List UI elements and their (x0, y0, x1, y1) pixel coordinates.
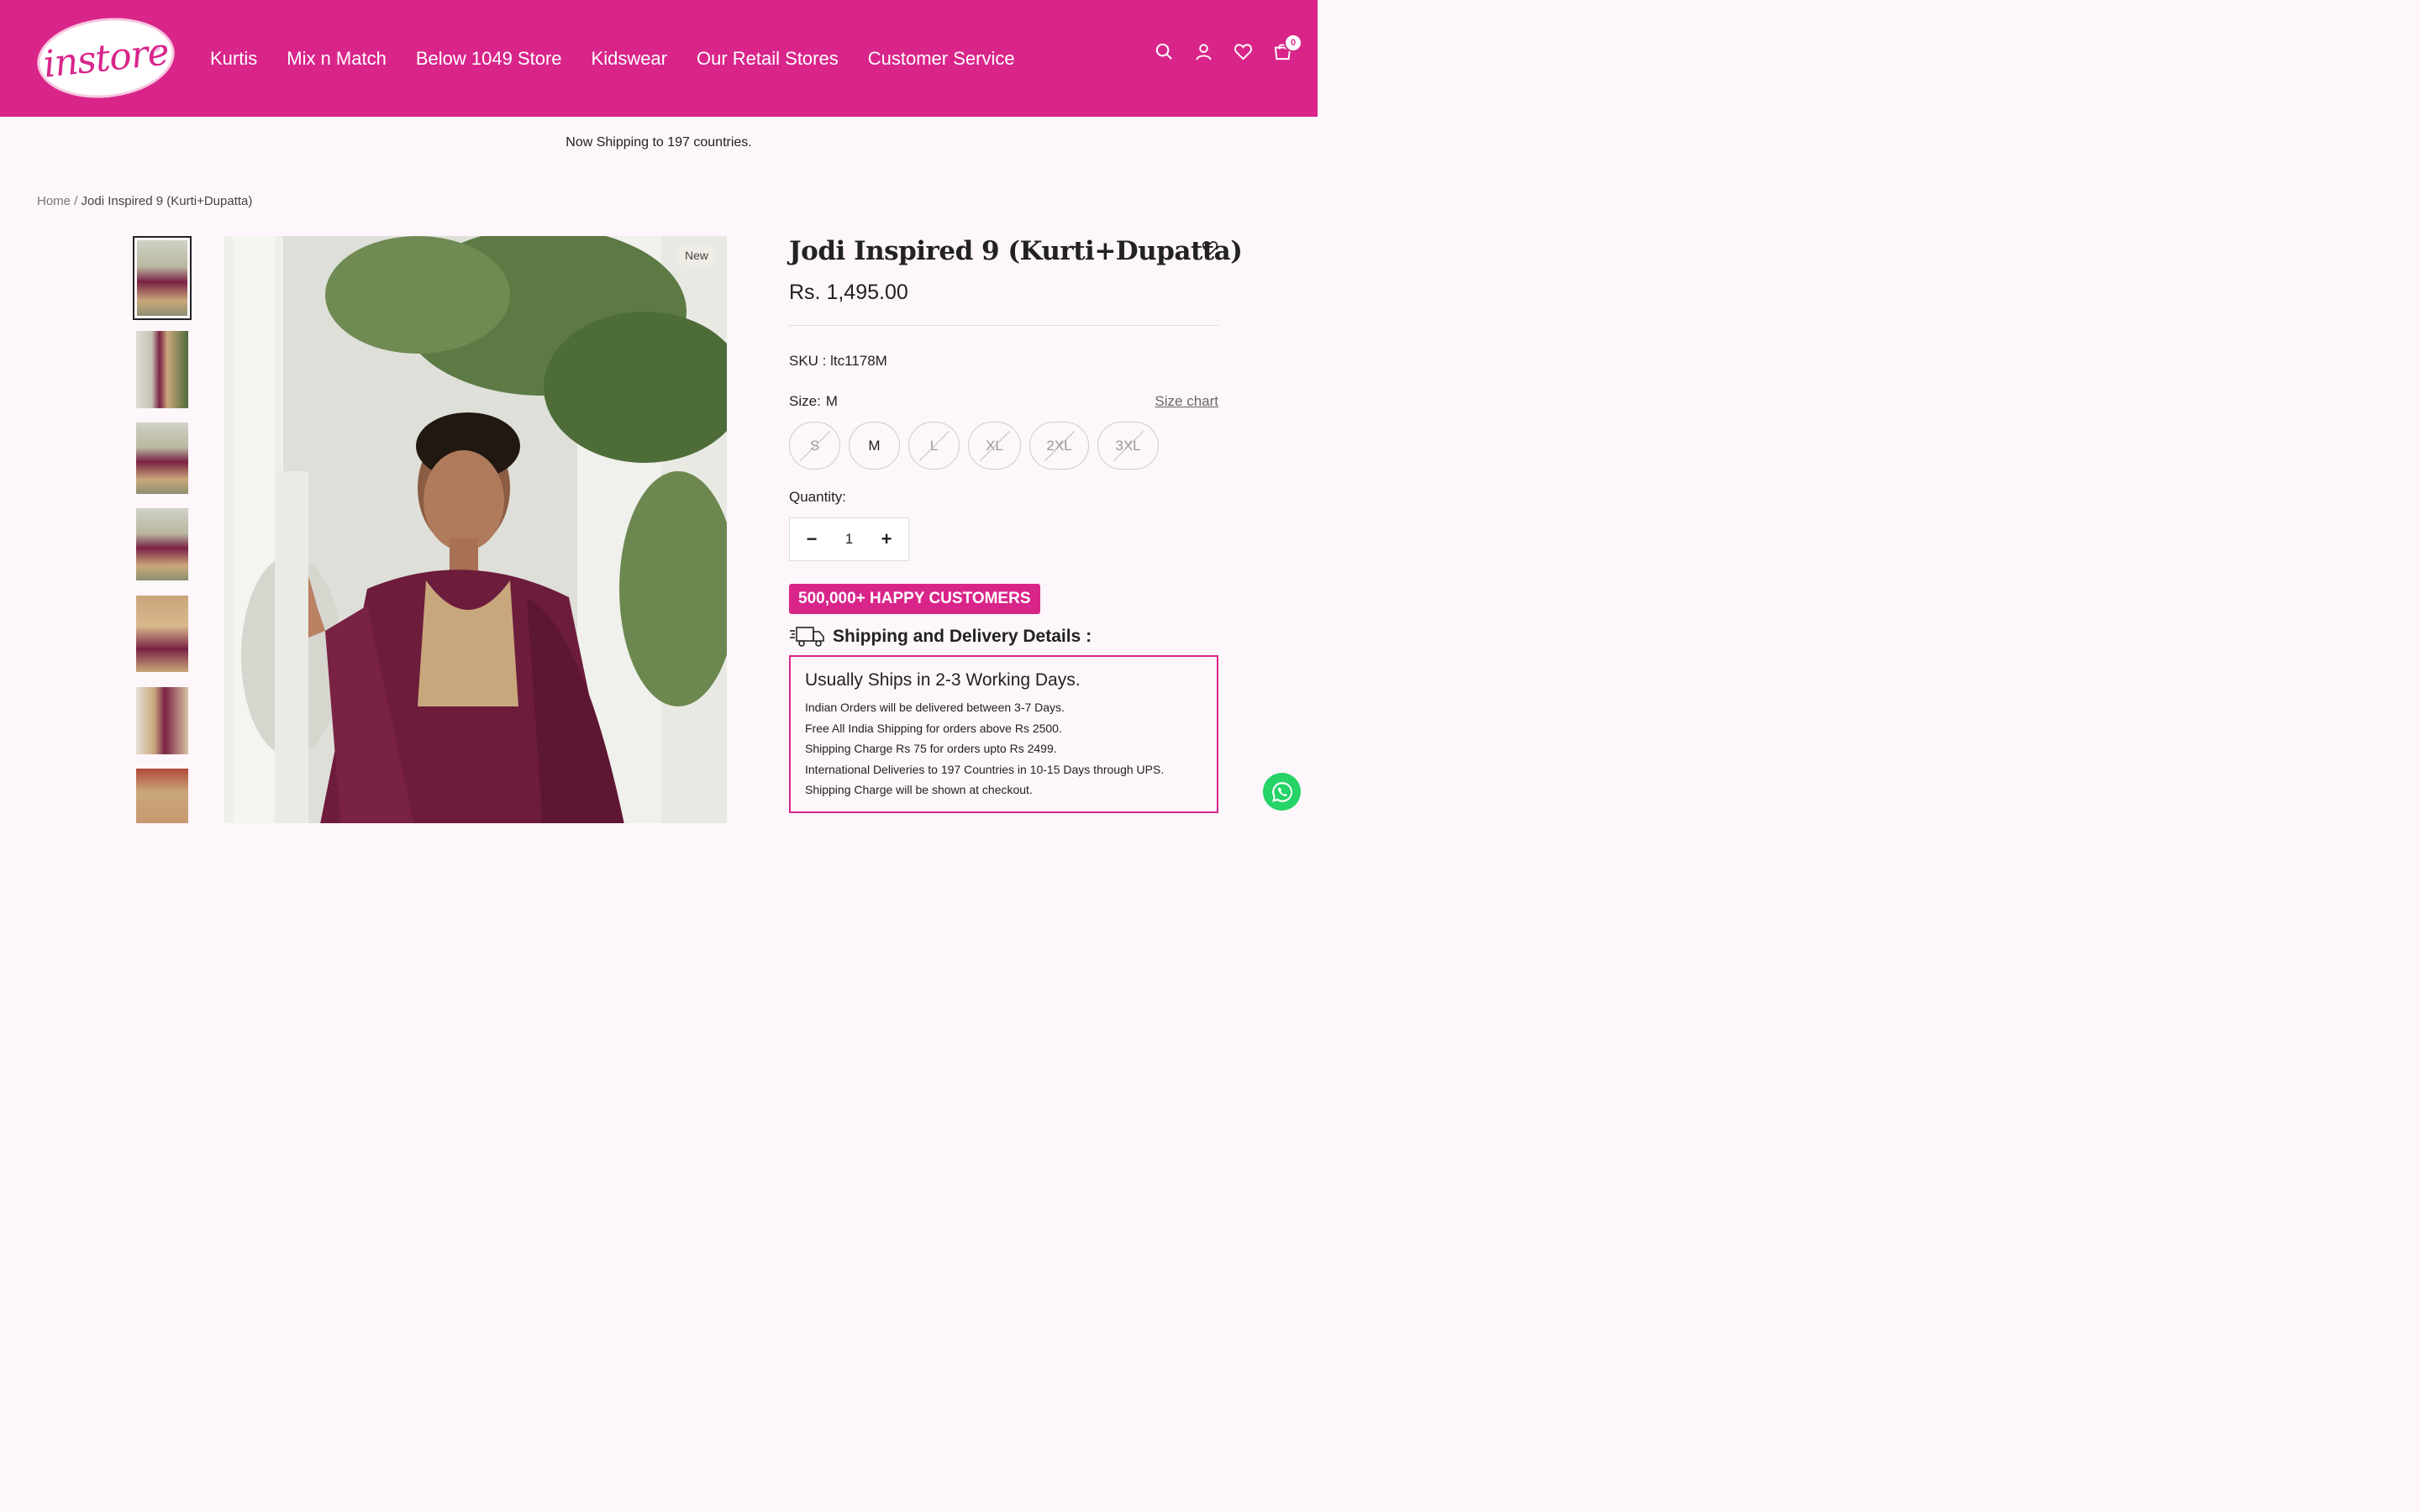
account-icon[interactable] (1194, 42, 1213, 61)
whatsapp-chat-icon[interactable] (1263, 773, 1301, 811)
breadcrumb-current: Jodi Inspired 9 (Kurti+Dupatta) (81, 194, 253, 208)
site-header: instore ® Kurtis Mix n Match Below 1049 … (0, 0, 1318, 117)
main-nav: Kurtis Mix n Match Below 1049 Store Kids… (210, 0, 1015, 117)
wishlist-heart-icon[interactable] (1234, 42, 1253, 61)
size-option-s[interactable]: S (789, 422, 840, 470)
shipping-box-title: Usually Ships in 2-3 Working Days. (805, 670, 1081, 690)
shipping-line: Free All India Shipping for orders above… (805, 721, 1062, 735)
breadcrumb-separator: / (74, 194, 78, 208)
quantity-increase-button[interactable]: + (878, 528, 895, 550)
thumbnail-5[interactable] (136, 596, 188, 672)
shipping-heading: Shipping and Delivery Details : (789, 625, 1092, 648)
cart-icon[interactable]: 0 (1273, 34, 1302, 61)
announcement-bar: Now Shipping to 197 countries. (566, 135, 752, 150)
product-title: Jodi Inspired 9 (Kurti+Dupatta) (789, 236, 1243, 266)
product-photo (224, 236, 727, 823)
cart-count-badge: 0 (1284, 34, 1302, 52)
size-option-3xl[interactable]: 3XL (1097, 422, 1159, 470)
header-icons: 0 (1155, 34, 1302, 61)
breadcrumb-home-link[interactable]: Home (37, 194, 71, 208)
size-option-m[interactable]: M (849, 422, 900, 470)
product-sku: SKU : ltc1178M (789, 353, 887, 369)
size-label-text: Size: (789, 393, 821, 409)
thumbnail-4[interactable] (136, 508, 188, 580)
nav-item-mix-n-match[interactable]: Mix n Match (287, 48, 387, 70)
product-main-image[interactable]: New (224, 236, 727, 823)
new-badge: New (676, 245, 717, 265)
nav-item-kidswear[interactable]: Kidswear (592, 48, 667, 70)
thumbnail-2[interactable] (136, 331, 188, 408)
thumbnail-7[interactable] (136, 769, 188, 823)
shipping-line: International Deliveries to 197 Countrie… (805, 762, 1165, 776)
shipping-line: Shipping Charge Rs 75 for orders upto Rs… (805, 742, 1057, 755)
nav-item-retail-stores[interactable]: Our Retail Stores (697, 48, 839, 70)
nav-item-below-1049-store[interactable]: Below 1049 Store (416, 48, 562, 70)
shipping-heading-text: Shipping and Delivery Details : (833, 627, 1092, 646)
size-option-l[interactable]: L (908, 422, 960, 470)
size-option-2xl[interactable]: 2XL (1029, 422, 1089, 470)
quantity-value[interactable]: 1 (845, 531, 853, 548)
thumbnail-3[interactable] (136, 423, 188, 494)
shipping-line: Shipping Charge will be shown at checkou… (805, 783, 1033, 796)
shipping-details-box: Usually Ships in 2-3 Working Days. India… (789, 655, 1218, 813)
quantity-label: Quantity: (789, 489, 847, 505)
product-wishlist-heart-icon[interactable] (1202, 239, 1218, 256)
logo-registered-mark: ® (153, 44, 160, 54)
breadcrumb: Home / Jodi Inspired 9 (Kurti+Dupatta) (37, 194, 252, 208)
happy-customers-badge: 500,000+ HAPPY CUSTOMERS (789, 584, 1040, 614)
thumbnail-1[interactable] (133, 236, 192, 320)
logo[interactable]: instore ® (33, 11, 179, 105)
thumbnail-6[interactable] (136, 687, 188, 754)
search-icon[interactable] (1155, 42, 1174, 61)
quantity-stepper: − 1 + (789, 517, 909, 561)
size-option-xl[interactable]: XL (968, 422, 1021, 470)
divider (789, 325, 1218, 326)
nav-item-customer-service[interactable]: Customer Service (868, 48, 1015, 70)
size-options: S M L XL 2XL 3XL (789, 422, 1159, 470)
logo-text: instore (41, 29, 171, 87)
size-label: Size: M (789, 393, 838, 410)
delivery-truck-icon (790, 627, 824, 647)
product-price: Rs. 1,495.00 (789, 281, 908, 304)
nav-item-kurtis[interactable]: Kurtis (210, 48, 257, 70)
size-chart-link[interactable]: Size chart (1155, 393, 1218, 410)
size-selected-value: M (825, 393, 838, 409)
quantity-decrease-button[interactable]: − (803, 528, 820, 550)
shipping-line: Indian Orders will be delivered between … (805, 701, 1065, 714)
